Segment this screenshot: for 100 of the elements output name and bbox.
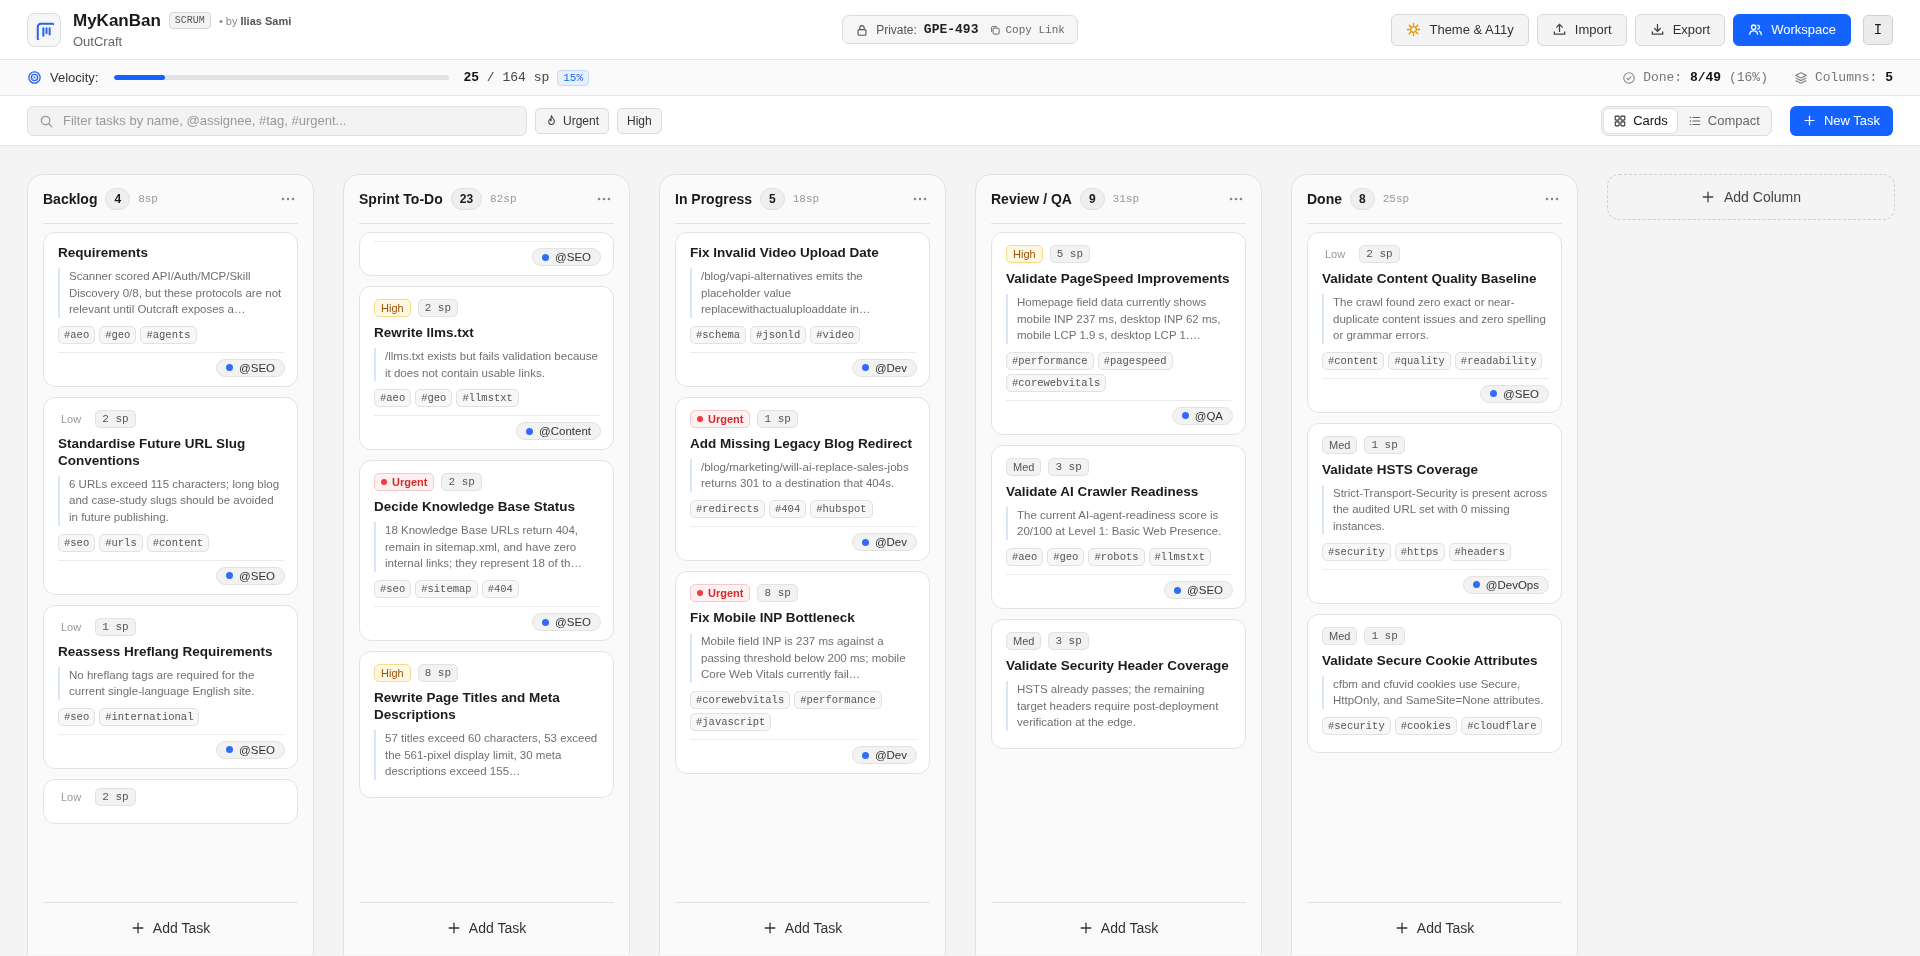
tag-chip[interactable]: #cookies [1394,717,1458,735]
column-title: Backlog [43,191,98,207]
plus-icon [1802,114,1816,127]
new-task-button[interactable]: New Task [1789,105,1893,136]
tag-chip[interactable]: #content [1322,351,1385,370]
add-task-button[interactable]: Add Task [1386,916,1483,940]
view-tab[interactable]: Compact [1678,108,1769,133]
tag-chip[interactable]: #geo [1047,548,1085,567]
tag-chip[interactable]: #schema [690,325,747,344]
assignee-chip[interactable]: @Content [516,422,601,441]
task-count: 5 [760,188,785,210]
tag-chip[interactable]: #corewebvitals [1006,373,1107,392]
story-points: 8 sp [417,664,459,683]
story-points: 3 sp [1048,457,1089,476]
filter-chip[interactable]: High [617,107,662,134]
priority-badge: Med [1006,632,1042,651]
tag-chip[interactable]: #llmstxt [456,389,519,408]
copy-icon [989,23,1002,36]
add-task-button[interactable]: Add Task [438,916,535,940]
tag-chip[interactable]: #404 [481,580,519,599]
import-button[interactable]: Import [1536,13,1627,46]
tag-chip[interactable]: #international [99,707,200,726]
tag-chip[interactable]: #geo [415,389,453,408]
tag-chip[interactable]: #cloudflare [1461,717,1543,735]
tag-chip[interactable]: #javascript [690,713,772,731]
tag-chip[interactable]: #sitemap [415,580,478,599]
assignee-chip[interactable]: @SEO [1480,384,1549,403]
tag-chip[interactable]: #urls [99,533,143,552]
check-circle-icon [1622,70,1637,85]
assignee-chip[interactable]: @SEO [532,248,601,266]
story-points: 5 sp [1049,245,1091,263]
tag-chip[interactable]: #redirects [690,500,765,519]
tag-chip[interactable]: #agents [140,325,197,344]
tag-chip[interactable]: #quality [1388,351,1451,370]
assignee-chip[interactable]: @Dev [851,533,917,552]
assignee-chip[interactable]: @Dev [851,358,917,377]
plus-icon [130,921,145,935]
story-points: 8 sp [757,584,798,603]
tag-chip[interactable]: #seo [374,580,412,599]
assignee-chip[interactable]: @SEO [216,358,285,377]
priority-badge: High [374,299,411,317]
filter-chip[interactable]: Urgent [535,107,610,134]
card-description: Mobile field INP is 237 ms against a passing threshold below 200 ms; mobile Core Web Vitals currently fail… [690,633,917,683]
tag-chip[interactable]: #content [146,533,210,552]
tag-chip[interactable]: #performance [794,691,882,709]
card-description: The crawl found zero exact or near-duplicate content issues and zero spelling or grammar errors. [1322,293,1549,344]
card-title: Fix Invalid Video Upload Date [690,245,880,262]
tag-chip[interactable]: #404 [769,500,807,519]
add-column-button[interactable]: Add Column [1607,174,1895,220]
assignee-chip[interactable]: @SEO [216,566,285,585]
tag-chip[interactable]: #seo [58,707,96,726]
assignee-chip[interactable]: @QA [1171,406,1233,425]
assignee-chip[interactable]: @SEO [216,740,285,759]
export-button[interactable]: Export [1634,13,1726,46]
tag-chip[interactable]: #readability [1454,351,1543,370]
tag-chip[interactable]: #aeo [58,325,96,344]
search-field[interactable]: Filter tasks by name, @assignee, #tag, #urgent... [27,105,527,136]
priority-label: Low [60,411,83,427]
tag-chip[interactable]: #video [810,325,861,344]
theme-button[interactable]: Theme & A11y [1391,13,1529,46]
tag-chip[interactable]: #llmstxt [1148,548,1211,567]
tag-chip[interactable]: #headers [1448,542,1511,561]
user-avatar[interactable]: I [1863,14,1893,45]
tag-chip[interactable]: #aeo [374,389,412,408]
add-task-button[interactable]: Add Task [1070,916,1167,940]
tag-chip[interactable]: #aeo [1006,548,1044,567]
tag-chip[interactable]: #corewebvitals [690,691,791,709]
velocity-value: 25 / 164 sp [463,70,550,85]
priority-badge: Med [1322,435,1358,454]
add-task-button[interactable]: Add Task [754,916,851,940]
tag-chip[interactable]: #pagespeed [1097,351,1173,370]
card-title: Validate HSTS Coverage [1322,461,1480,479]
velocity-percent: 15% [557,69,590,86]
tag-chip[interactable]: #hubspot [810,500,873,519]
tag-chip[interactable]: #jsonld [750,325,807,344]
assignee-chip[interactable]: @SEO [1164,581,1233,600]
tag-chip[interactable]: #seo [58,533,96,552]
assignee-chip[interactable]: @DevOps [1462,575,1549,594]
assignee-chip[interactable]: @SEO [532,613,601,632]
tag-chip[interactable]: #geo [99,325,137,344]
card-description: 6 URLs exceed 115 characters; long blog and case-study slugs should be avoided in future publishing. [58,475,285,526]
tag-chip[interactable]: #security [1322,542,1391,561]
view-tab[interactable]: Cards [1604,108,1677,133]
assignee-chip[interactable]: @Dev [851,746,917,764]
add-task-button[interactable]: Add Task [122,916,219,940]
column-title: In Progress [675,191,753,207]
card-description: 57 titles exceed 60 characters, 53 exceed the 561-pixel display limit, 30 meta descriptions exceed 155… [374,729,601,780]
tag-chip[interactable]: #performance [1006,351,1094,370]
tag-chip[interactable]: #robots [1088,548,1145,567]
tag-chip[interactable]: #security [1322,717,1391,735]
copy-link-button[interactable]: Copy Link [985,23,1065,36]
story-points: 1 sp [757,409,798,428]
done-count: Done: 8/49 (16%) [1643,70,1768,85]
tag-chip[interactable]: #https [1394,542,1445,561]
card-title: Validate PageSpeed Improvements [1006,271,1231,288]
card-description: /blog/vapi-alternatives emits the placeholder value replacewithactualuploaddate in… [690,267,917,318]
workspace-button[interactable]: Workspace [1733,13,1851,46]
author-byline: • by Ilias Sami [218,14,292,27]
card-title: Fix Mobile INP Bottleneck [690,610,856,627]
velocity-label: Velocity: [50,70,99,85]
